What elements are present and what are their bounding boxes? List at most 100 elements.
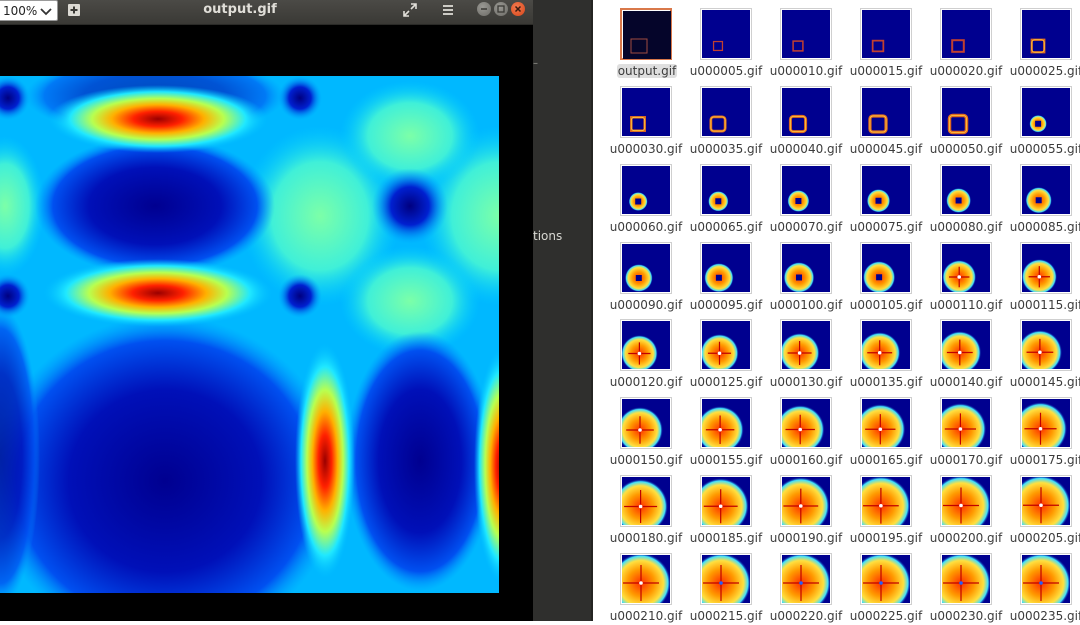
file-thumbnail (780, 8, 832, 60)
file-thumbnail (780, 397, 832, 449)
fullscreen-icon[interactable] (402, 2, 418, 18)
file-thumbnail (780, 86, 832, 138)
file-thumbnail (620, 242, 672, 294)
thumbnail-image (1022, 166, 1070, 214)
file-item[interactable]: u000220.gif (763, 547, 843, 625)
thumbnail-image (862, 555, 910, 603)
thumbnail-image (702, 244, 750, 292)
file-item[interactable]: u000155.gif (683, 391, 763, 469)
file-item[interactable]: u000200.gif (923, 469, 1003, 547)
file-item[interactable]: u000130.gif (763, 313, 843, 391)
file-item[interactable]: u000010.gif (763, 2, 843, 80)
file-item[interactable]: u000105.gif (843, 236, 923, 314)
thumbnail-image (702, 399, 750, 447)
hamburger-menu-icon[interactable] (440, 2, 456, 18)
file-item[interactable]: u000050.gif (923, 80, 1003, 158)
file-thumbnail (620, 397, 672, 449)
file-name: u000170.gif (929, 453, 1003, 467)
background-window-strip: – tions (533, 0, 593, 621)
file-item[interactable]: u000150.gif (603, 391, 683, 469)
file-item[interactable]: u000005.gif (683, 2, 763, 80)
file-name: u000050.gif (929, 142, 1003, 156)
file-thumbnail (860, 319, 912, 371)
file-name: u000160.gif (769, 453, 843, 467)
file-thumbnail (860, 164, 912, 216)
file-item[interactable]: u000035.gif (683, 80, 763, 158)
file-item[interactable]: u000225.gif (843, 547, 923, 625)
file-item[interactable]: u000145.gif (1003, 313, 1080, 391)
thumbnail-image (942, 88, 990, 136)
file-thumbnail (780, 553, 832, 605)
file-name: u000035.gif (689, 142, 763, 156)
file-item[interactable]: u000140.gif (923, 313, 1003, 391)
file-item[interactable]: u000055.gif (1003, 80, 1080, 158)
file-item[interactable]: u000095.gif (683, 236, 763, 314)
file-item[interactable]: u000230.gif (923, 547, 1003, 625)
file-item[interactable]: u000185.gif (683, 469, 763, 547)
file-item[interactable]: u000180.gif (603, 469, 683, 547)
file-thumbnail (620, 8, 672, 60)
file-item[interactable]: u000040.gif (763, 80, 843, 158)
thumbnail-image (782, 10, 830, 58)
file-name: u000040.gif (769, 142, 843, 156)
file-thumbnail (860, 475, 912, 527)
file-item[interactable]: u000190.gif (763, 469, 843, 547)
file-thumbnail (700, 164, 752, 216)
file-item[interactable]: u000015.gif (843, 2, 923, 80)
file-item[interactable]: u000205.gif (1003, 469, 1080, 547)
file-item[interactable]: u000215.gif (683, 547, 763, 625)
file-name: output.gif (617, 64, 677, 78)
file-item[interactable]: u000080.gif (923, 158, 1003, 236)
file-item[interactable]: u000125.gif (683, 313, 763, 391)
file-item[interactable]: u000165.gif (843, 391, 923, 469)
file-name: u000075.gif (849, 220, 923, 234)
file-item[interactable]: u000110.gif (923, 236, 1003, 314)
close-icon (514, 5, 522, 13)
file-item[interactable]: u000090.gif (603, 236, 683, 314)
file-item[interactable]: u000085.gif (1003, 158, 1080, 236)
file-name: u000155.gif (689, 453, 763, 467)
file-name: u000010.gif (769, 64, 843, 78)
file-item[interactable]: u000160.gif (763, 391, 843, 469)
file-item[interactable]: u000020.gif (923, 2, 1003, 80)
thumbnail-image (622, 88, 670, 136)
thumbnail-image (942, 166, 990, 214)
file-item[interactable]: output.gif (603, 2, 683, 80)
maximize-button[interactable] (494, 2, 508, 16)
file-item[interactable]: u000100.gif (763, 236, 843, 314)
file-item[interactable]: u000025.gif (1003, 2, 1080, 80)
minimize-button[interactable] (477, 2, 491, 16)
thumbnail-image (782, 166, 830, 214)
file-thumbnail (940, 164, 992, 216)
thumbnail-image (862, 321, 910, 369)
file-name: u000020.gif (929, 64, 1003, 78)
file-item[interactable]: u000065.gif (683, 158, 763, 236)
file-item[interactable]: u000170.gif (923, 391, 1003, 469)
thumbnail-image (942, 555, 990, 603)
thumbnail-image (782, 555, 830, 603)
file-item[interactable]: u000060.gif (603, 158, 683, 236)
file-item[interactable]: u000075.gif (843, 158, 923, 236)
file-item[interactable]: u000175.gif (1003, 391, 1080, 469)
file-name: u000130.gif (769, 375, 843, 389)
file-thumbnail (780, 242, 832, 294)
viewer-titlebar[interactable]: 100% output.gif (0, 0, 533, 25)
file-item[interactable]: u000115.gif (1003, 236, 1080, 314)
file-item[interactable]: u000210.gif (603, 547, 683, 625)
file-item[interactable]: u000235.gif (1003, 547, 1080, 625)
file-item[interactable]: u000045.gif (843, 80, 923, 158)
file-item[interactable]: u000070.gif (763, 158, 843, 236)
file-thumbnail (1020, 86, 1072, 138)
thumbnail-image (782, 88, 830, 136)
file-item[interactable]: u000135.gif (843, 313, 923, 391)
file-item[interactable]: u000195.gif (843, 469, 923, 547)
file-thumbnail (940, 319, 992, 371)
file-thumbnail (1020, 242, 1072, 294)
file-thumbnail (700, 475, 752, 527)
file-thumbnail (1020, 319, 1072, 371)
thumbnail-image (702, 555, 750, 603)
file-thumbnail (1020, 8, 1072, 60)
file-item[interactable]: u000030.gif (603, 80, 683, 158)
file-item[interactable]: u000120.gif (603, 313, 683, 391)
close-button[interactable] (511, 2, 525, 16)
